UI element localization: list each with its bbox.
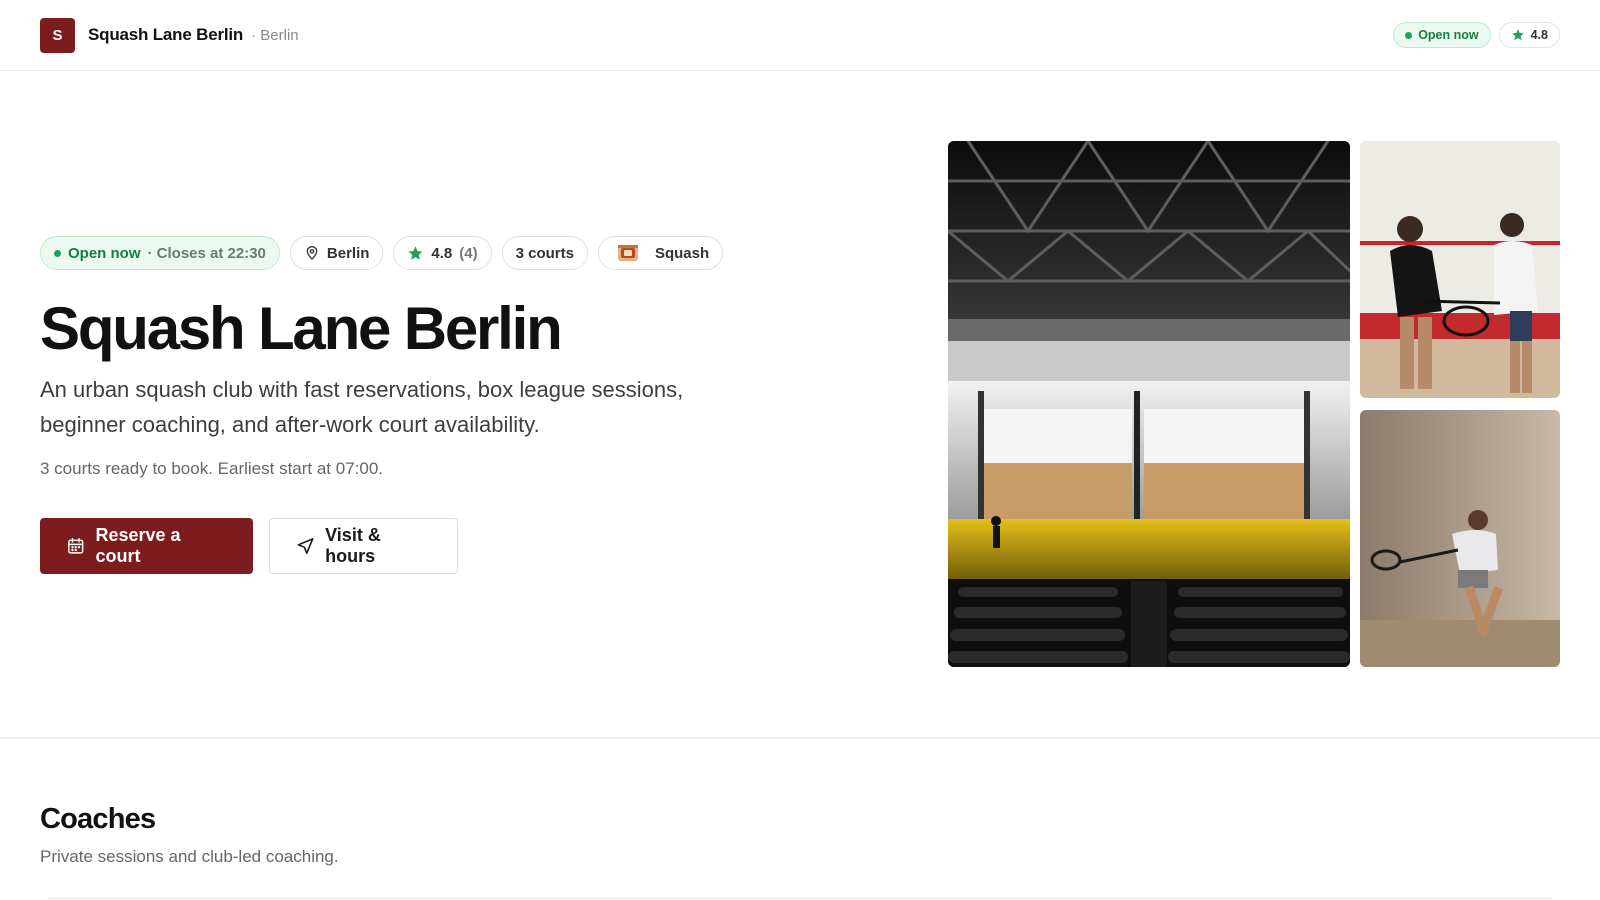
status-dot-icon <box>54 249 61 257</box>
rating-value: 4.8 <box>1530 28 1548 42</box>
rating-badge: 4.8 <box>1498 22 1560 48</box>
reserve-court-label: Reserve a court <box>95 525 181 566</box>
status-dot-icon <box>1405 31 1413 39</box>
calendar-icon <box>68 537 84 554</box>
coaches-subtitle: Private sessions and club-led coaching. <box>40 847 339 866</box>
open-hours-chip: Open now · Closes at 22:30 <box>40 236 280 270</box>
club-description: An urban squash club with fast reservati… <box>40 377 684 437</box>
page-title: Squash Lane Berlin <box>40 295 563 362</box>
open-status-badge: Open now <box>1393 22 1491 48</box>
section-divider <box>0 737 1600 739</box>
rating-chip[interactable]: 4.8 (4) <box>393 236 492 270</box>
rating-count: (4) <box>459 244 478 262</box>
top-bar: S Squash Lane Berlin · Berlin Open now 4… <box>0 0 1600 71</box>
map-pin-icon <box>306 246 318 260</box>
visit-hours-label: Visit & hours <box>325 525 381 566</box>
open-status-label: Open now <box>1418 28 1479 42</box>
star-icon <box>1511 29 1524 41</box>
brand-city: · Berlin <box>251 26 299 44</box>
courts-chip: 3 courts <box>501 236 588 270</box>
closing-time: · Closes at 22:30 <box>147 244 266 262</box>
hero-actions: Reserve a court Visit & hours <box>40 518 458 574</box>
header-badges: Open now 4.8 <box>1393 22 1560 48</box>
racket-emoji-icon <box>617 245 638 261</box>
player-lunge-photo[interactable] <box>1360 410 1560 667</box>
players-handshake-photo[interactable] <box>1360 141 1560 398</box>
coaches-heading: Coaches <box>40 803 156 835</box>
sport-chip: Squash <box>597 236 724 270</box>
hero-section: Open now · Closes at 22:30 Berlin 4.8 (4… <box>0 72 1600 737</box>
star-icon <box>408 245 423 260</box>
rating-value: 4.8 <box>431 244 453 262</box>
open-label: Open now <box>68 244 141 262</box>
sport-label: Squash <box>654 244 710 262</box>
brand-name[interactable]: Squash Lane Berlin <box>88 25 243 45</box>
availability-summary: 3 courts ready to book. Earliest start a… <box>40 459 384 478</box>
squash-arena-photo[interactable] <box>948 141 1350 667</box>
photo-gallery <box>948 141 1560 667</box>
navigation-arrow-icon <box>297 538 314 554</box>
courts-label: 3 courts <box>515 244 574 262</box>
info-chips: Open now · Closes at 22:30 Berlin 4.8 (4… <box>40 236 724 270</box>
visit-hours-button[interactable]: Visit & hours <box>269 518 458 574</box>
brand-logo[interactable]: S <box>40 17 75 53</box>
reserve-court-button[interactable]: Reserve a court <box>40 518 253 574</box>
location-chip[interactable]: Berlin <box>289 236 384 270</box>
location-label: Berlin <box>326 244 370 262</box>
coaches-card-edge <box>48 898 1552 899</box>
